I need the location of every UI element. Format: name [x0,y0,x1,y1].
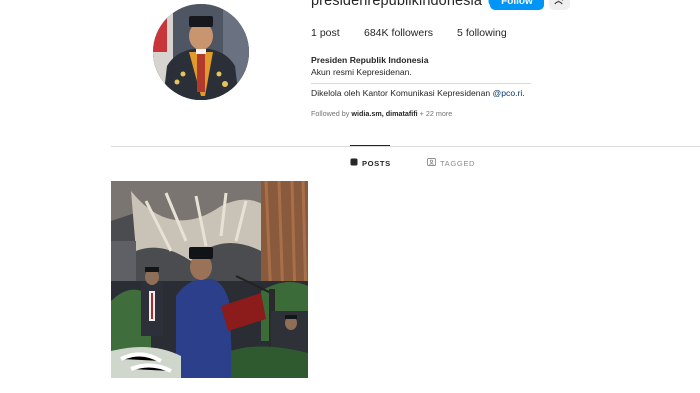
tab-posts[interactable]: POSTS [350,158,391,168]
stat-following[interactable]: 5 following [457,27,507,39]
suggest-accounts-button[interactable] [549,0,570,10]
managed-account-link[interactable]: @pco.ri [493,88,523,98]
username: presidenrepublikindonesia [311,0,482,9]
profile-avatar[interactable] [153,4,249,100]
more-options-button[interactable]: ··· [578,0,593,2]
followers-label: followers [391,27,433,39]
active-tab-indicator [350,145,390,146]
tab-posts-label: POSTS [362,158,391,168]
profile-stats: 1 post 684K followers 5 following [311,27,507,39]
following-label: following [465,27,507,39]
followed-by-names: widia.sm, dimatafifi [351,109,418,118]
bio-name: Presiden Republik Indonesia [311,55,429,65]
post-thumbnail[interactable] [111,181,308,378]
add-person-icon [554,0,565,10]
managed-suffix: . [522,88,525,98]
bio-line: Akun resmi Kepresidenan. [311,67,412,77]
bio-divider [311,83,531,84]
managed-by-line: Dikelola oleh Kantor Komunikasi Kepresid… [311,88,525,98]
profile-bio: Presiden Republik Indonesia Akun resmi K… [311,54,428,78]
grid-icon [350,158,358,168]
followed-by-suffix: + 22 more [417,109,453,118]
tab-tagged[interactable]: TAGGED [427,158,475,168]
posts-count: 1 [311,27,317,39]
stat-followers[interactable]: 684K followers [364,27,457,39]
followed-by[interactable]: Followed by widia.sm, dimatafifi + 22 mo… [311,109,452,118]
posts-label: post [319,27,340,39]
followed-by-prefix: Followed by [311,109,352,118]
managed-prefix: Dikelola oleh Kantor Komunikasi Kepresid… [311,88,493,98]
following-count: 5 [457,27,463,39]
username-row: presidenrepublikindonesia [311,0,502,12]
tab-tagged-label: TAGGED [440,158,476,168]
stat-posts: 1 post [311,27,364,39]
tag-icon [427,158,436,168]
follow-button[interactable]: Follow [490,0,544,10]
tabs-divider [111,146,700,147]
followers-count: 684K [364,27,389,39]
